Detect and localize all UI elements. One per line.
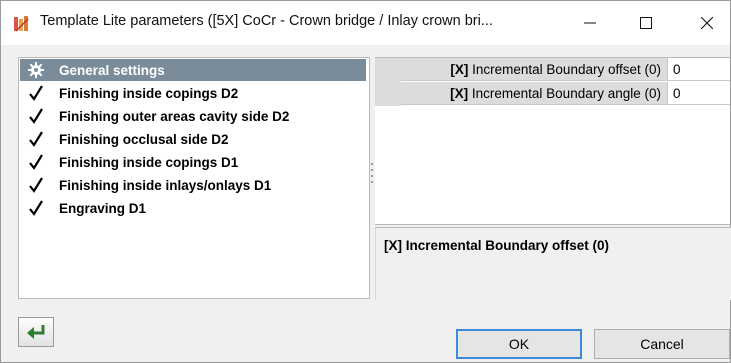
- property-grid: [X] Incremental Boundary offset (0) 0 [X…: [375, 57, 730, 225]
- tree-item-finishing-occlusal-side-d2[interactable]: Finishing occlusal side D2: [20, 128, 366, 150]
- property-row[interactable]: [X] Incremental Boundary offset (0) 0: [375, 58, 730, 82]
- tree-item-finishing-inside-inlays-onlays-d1[interactable]: Finishing inside inlays/onlays D1: [20, 174, 366, 196]
- property-name: [X] Incremental Boundary offset (0): [401, 58, 668, 81]
- checkmark-icon: [25, 82, 47, 104]
- description-label: Incremental Boundary offset (0): [402, 238, 610, 253]
- property-row[interactable]: [X] Incremental Boundary angle (0) 0: [375, 82, 730, 106]
- return-arrow-icon: [27, 325, 45, 339]
- tree-item-general-settings[interactable]: General settings: [20, 59, 366, 81]
- checkmark-icon: [25, 128, 47, 150]
- tree-item-label: Finishing occlusal side D2: [59, 131, 229, 147]
- tree-item-label: General settings: [59, 62, 165, 78]
- enabled-marker: [X]: [450, 86, 469, 101]
- dialog-window: Template Lite parameters ([5X] CoCr - Cr…: [0, 0, 731, 363]
- property-name: [X] Incremental Boundary angle (0): [401, 82, 668, 105]
- back-button[interactable]: [18, 317, 54, 347]
- tree-item-label: Finishing inside copings D2: [59, 85, 239, 101]
- checkmark-icon: [25, 174, 47, 196]
- tree-item-label: Finishing outer areas cavity side D2: [59, 108, 290, 124]
- minimize-button[interactable]: [567, 1, 613, 45]
- checkmark-icon: [25, 151, 47, 173]
- checkmark-icon: [25, 197, 47, 219]
- description-text: [X] Incremental Boundary offset (0): [384, 238, 609, 253]
- app-icon: [13, 15, 31, 33]
- description-panel: [X] Incremental Boundary offset (0): [375, 227, 731, 300]
- splitter-grip-dot: [371, 181, 373, 183]
- tree-item-finishing-inside-copings-d1[interactable]: Finishing inside copings D1: [20, 151, 366, 173]
- splitter-grip-dot: [371, 175, 373, 177]
- tree-item-label: Finishing inside inlays/onlays D1: [59, 177, 272, 193]
- title-bar[interactable]: Template Lite parameters ([5X] CoCr - Cr…: [1, 1, 730, 45]
- settings-tree[interactable]: General settings Finishing inside coping…: [18, 57, 370, 299]
- window-title: Template Lite parameters ([5X] CoCr - Cr…: [40, 13, 493, 29]
- tree-item-engraving-d1[interactable]: Engraving D1: [20, 197, 366, 219]
- splitter-grip-dot: [371, 163, 373, 165]
- button-bar: OK Cancel: [1, 301, 730, 362]
- property-value-field[interactable]: 0: [668, 82, 730, 105]
- enabled-marker: [X]: [450, 62, 469, 77]
- close-button[interactable]: [684, 1, 730, 45]
- tree-item-finishing-outer-areas-cavity-side-d2[interactable]: Finishing outer areas cavity side D2: [20, 105, 366, 127]
- tree-item-label: Finishing inside copings D1: [59, 154, 239, 170]
- maximize-button[interactable]: [623, 1, 669, 45]
- ok-button[interactable]: OK: [456, 329, 582, 359]
- checkmark-icon: [25, 105, 47, 127]
- cancel-button[interactable]: Cancel: [594, 329, 730, 359]
- close-icon: [701, 17, 713, 29]
- splitter-grip-dot: [371, 169, 373, 171]
- tree-item-finishing-inside-copings-d2[interactable]: Finishing inside copings D2: [20, 82, 366, 104]
- property-name-text: Incremental Boundary angle (0): [468, 86, 661, 101]
- property-value-field[interactable]: 0: [668, 58, 730, 81]
- enabled-marker: [X]: [384, 238, 402, 253]
- minimize-icon: [584, 22, 596, 24]
- gear-icon: [25, 59, 47, 81]
- property-name-text: Incremental Boundary offset (0): [468, 62, 661, 77]
- maximize-icon: [640, 17, 652, 29]
- tree-item-label: Engraving D1: [59, 200, 147, 216]
